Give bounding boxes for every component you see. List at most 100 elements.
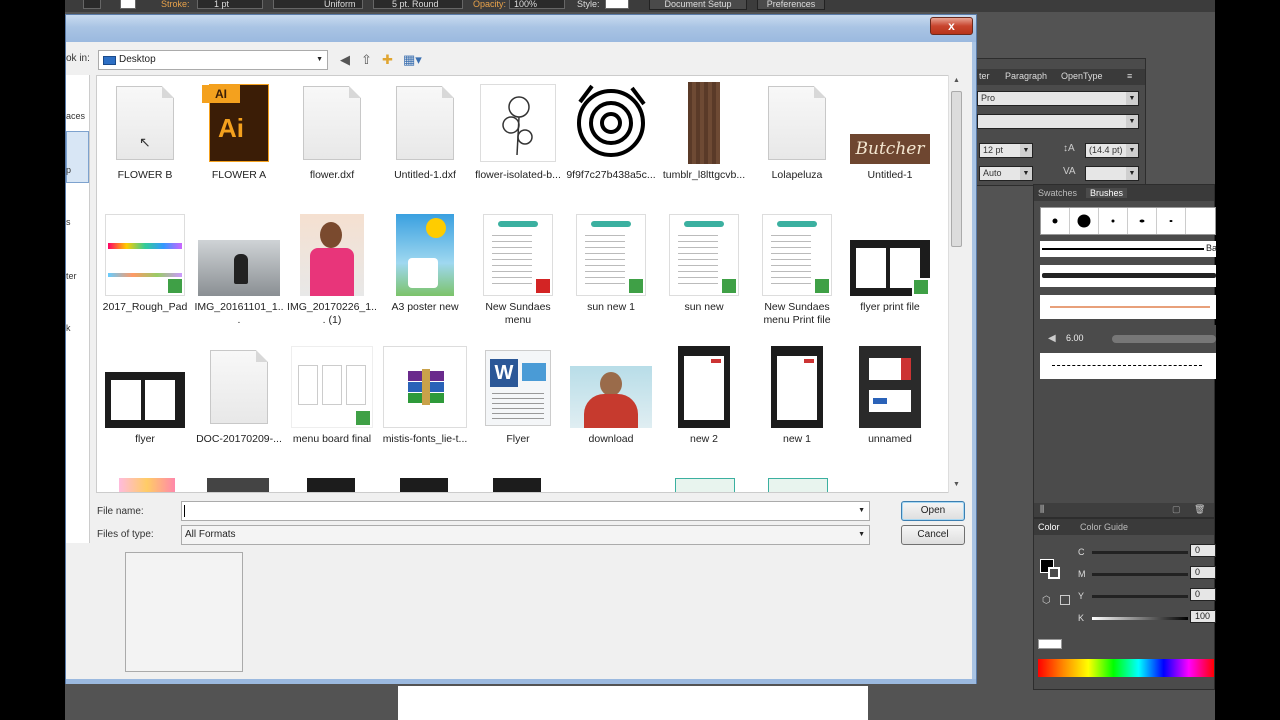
places-item-desktop[interactable]: p xyxy=(66,165,71,175)
places-item-selected[interactable] xyxy=(66,131,89,183)
tab-color[interactable]: Color xyxy=(1038,522,1060,532)
file-item[interactable]: sun new 1 xyxy=(565,214,657,344)
brush-tip-small[interactable] xyxy=(1041,208,1070,234)
document-setup-button[interactable]: Document Setup xyxy=(649,0,747,10)
stroke-color-swatch[interactable] xyxy=(1048,567,1060,579)
brush-stroke-arrow[interactable] xyxy=(1040,295,1216,319)
file-item[interactable]: IMG_20170226_1... (1) xyxy=(286,214,378,344)
file-item[interactable]: Untitled-1.dxf xyxy=(379,82,471,212)
file-item[interactable]: new 2 xyxy=(658,346,750,476)
profile-select[interactable]: Uniform xyxy=(273,0,363,9)
places-item-computer[interactable]: ter xyxy=(66,271,77,281)
tab-opentype[interactable]: OpenType xyxy=(1061,71,1103,81)
back-icon[interactable]: ◀ xyxy=(340,52,350,68)
cyan-slider[interactable] xyxy=(1092,551,1188,554)
file-thumbnail-partial[interactable] xyxy=(768,478,828,492)
brush-tip-tiny[interactable] xyxy=(1099,208,1128,234)
file-item[interactable]: 9f9f7c27b438a5c... xyxy=(565,82,657,212)
file-item[interactable]: flyer xyxy=(99,346,191,476)
chevron-down-icon[interactable]: ▼ xyxy=(858,502,865,520)
tracking-field[interactable]: Auto ▼ xyxy=(979,166,1033,181)
places-item-libraries[interactable]: s xyxy=(66,217,71,227)
scroll-up-icon[interactable]: ▲ xyxy=(953,77,960,84)
file-item[interactable]: AI Ai FLOWER A xyxy=(193,82,285,212)
brush-tip-pencil[interactable] xyxy=(1157,208,1186,234)
black-value[interactable]: 100 xyxy=(1190,610,1216,623)
file-name-input[interactable]: ▼ xyxy=(181,501,870,521)
file-item[interactable]: New Sundaes menu Print file xyxy=(751,214,843,344)
cube-icon[interactable]: ⬡ xyxy=(1042,595,1051,606)
file-thumbnail-partial[interactable] xyxy=(493,478,541,492)
brush-stroke-basic[interactable]: Ba xyxy=(1040,241,1217,257)
dialog-titlebar[interactable]: x xyxy=(66,15,976,42)
brush-tip-angled[interactable] xyxy=(1128,208,1157,234)
open-button[interactable]: Open xyxy=(901,501,965,521)
file-item[interactable]: Butcher Untitled-1 xyxy=(844,82,936,212)
file-item[interactable]: sun new xyxy=(658,214,750,344)
tab-paragraph[interactable]: Paragraph xyxy=(1005,71,1047,81)
brush-stroke-charcoal[interactable] xyxy=(1040,265,1216,287)
color-spectrum[interactable] xyxy=(1038,659,1214,677)
file-list[interactable]: ↖ FLOWER B AI Ai FLOWER A flower.dxf Unt… xyxy=(96,75,962,493)
tab-character[interactable]: ter xyxy=(979,71,990,81)
file-item[interactable]: Lolapeluza xyxy=(751,82,843,212)
preferences-button[interactable]: Preferences xyxy=(757,0,825,10)
places-item-recent[interactable]: aces xyxy=(66,111,85,121)
style-swatch[interactable] xyxy=(605,0,629,9)
stroke-weight-field[interactable]: 1 pt xyxy=(197,0,263,9)
brush-stroke-dashed[interactable] xyxy=(1040,353,1216,379)
file-item[interactable]: download xyxy=(565,346,657,476)
file-thumbnail-partial[interactable] xyxy=(119,478,175,492)
file-thumbnail-partial[interactable] xyxy=(400,478,448,492)
file-list-scrollbar[interactable]: ▲ ▼ xyxy=(948,75,964,493)
file-item[interactable]: flower-isolated-b... xyxy=(472,82,564,212)
yellow-slider[interactable] xyxy=(1092,595,1188,598)
brush-libraries-icon[interactable]: ⫼ xyxy=(1040,504,1044,515)
yellow-value[interactable]: 0 xyxy=(1190,588,1216,601)
tab-swatches[interactable]: Swatches xyxy=(1038,188,1077,198)
file-item[interactable]: tumblr_l8lttgcvb... xyxy=(658,82,750,212)
brush-stroke-blob[interactable]: ◀ 6.00 xyxy=(1040,325,1216,353)
font-family-select[interactable]: Pro ▼ xyxy=(977,91,1139,106)
out-of-web-icon[interactable] xyxy=(1060,595,1070,605)
file-thumbnail-partial[interactable] xyxy=(307,478,355,492)
up-folder-icon[interactable]: ⇧ xyxy=(361,52,372,68)
cyan-value[interactable]: 0 xyxy=(1190,544,1216,557)
opacity-label[interactable]: Opacity: xyxy=(473,0,506,9)
none-white-black-swatches[interactable] xyxy=(1038,639,1062,649)
file-item[interactable]: ↖ FLOWER B xyxy=(99,82,191,212)
delete-brush-icon[interactable]: 🗑 xyxy=(1194,504,1205,515)
file-item[interactable]: flyer print file xyxy=(844,214,936,344)
file-item[interactable]: 2017_Rough_Pad xyxy=(99,214,191,344)
file-item[interactable]: DOC-20170209-... xyxy=(193,346,285,476)
leading-field[interactable]: (14.4 pt) ▼ xyxy=(1085,143,1139,158)
panel-menu-icon[interactable]: ≡ xyxy=(1127,71,1132,81)
file-item[interactable]: mistis-fonts_lie-t... xyxy=(379,346,471,476)
look-in-select[interactable]: Desktop ▼ xyxy=(98,50,328,70)
fill-swatch[interactable] xyxy=(83,0,101,9)
close-button[interactable]: x xyxy=(930,17,973,35)
file-item[interactable]: unnamed xyxy=(844,346,936,476)
view-menu-icon[interactable]: ▦▾ xyxy=(403,52,422,68)
new-brush-icon[interactable]: ▢ xyxy=(1172,504,1181,515)
scrollbar-thumb[interactable] xyxy=(951,91,962,247)
magenta-slider[interactable] xyxy=(1092,573,1188,576)
stroke-swatch[interactable] xyxy=(120,0,136,9)
magenta-value[interactable]: 0 xyxy=(1190,566,1216,579)
stroke-label[interactable]: Stroke: xyxy=(161,0,190,9)
file-item[interactable]: menu board final xyxy=(286,346,378,476)
brush-tip-large[interactable] xyxy=(1070,208,1099,234)
tab-brushes[interactable]: Brushes xyxy=(1086,188,1128,198)
tab-color-guide[interactable]: Color Guide xyxy=(1080,522,1128,532)
file-item[interactable]: flower.dxf xyxy=(286,82,378,212)
scroll-down-icon[interactable]: ▼ xyxy=(953,481,960,488)
file-item[interactable]: IMG_20161101_1... xyxy=(193,214,285,344)
kerning-field[interactable]: ▼ xyxy=(1085,166,1139,181)
font-size-field[interactable]: 12 pt ▼ xyxy=(979,143,1033,158)
file-thumbnail-partial[interactable] xyxy=(675,478,735,492)
font-style-select[interactable]: ▼ xyxy=(977,114,1139,129)
brush-select[interactable]: 5 pt. Round xyxy=(373,0,463,9)
file-item[interactable]: New Sundaes menu xyxy=(472,214,564,344)
files-of-type-select[interactable]: All Formats ▼ xyxy=(181,525,870,545)
file-item[interactable]: W Flyer xyxy=(472,346,564,476)
